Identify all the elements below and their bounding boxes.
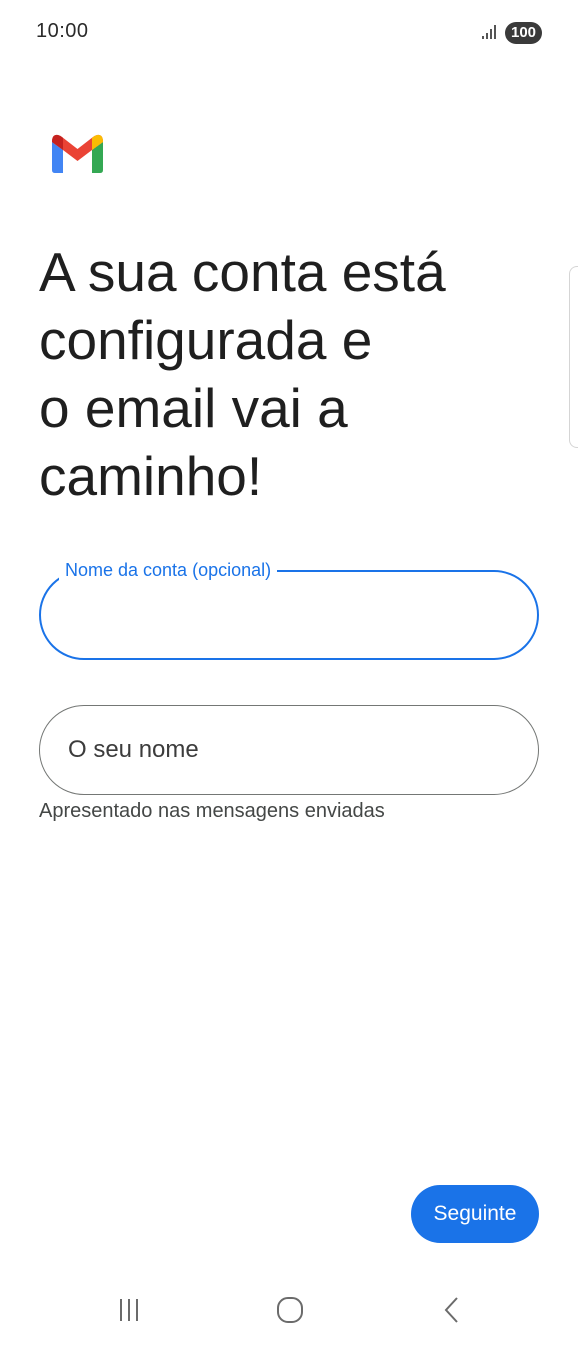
navigation-bar xyxy=(0,1272,578,1348)
your-name-helper-text: Apresentado nas mensagens enviadas xyxy=(39,800,385,822)
edge-panel-handle[interactable] xyxy=(569,266,578,448)
battery-icon: 100 xyxy=(505,22,542,44)
recents-button[interactable] xyxy=(109,1294,149,1326)
page-title: A sua conta está configurada e o email v… xyxy=(39,241,446,507)
signal-icon xyxy=(482,25,496,39)
back-icon xyxy=(444,1297,458,1323)
screen: 10:00 100 A sua conta está configurada e… xyxy=(0,0,578,1348)
account-name-input[interactable] xyxy=(67,572,511,658)
your-name-field[interactable] xyxy=(39,705,539,795)
gmail-logo xyxy=(52,134,103,173)
account-name-field[interactable]: Nome da conta (opcional) xyxy=(39,558,539,660)
back-button[interactable] xyxy=(432,1294,472,1326)
next-button[interactable]: Seguinte xyxy=(411,1185,539,1243)
recents-icon xyxy=(120,1299,138,1321)
home-icon xyxy=(277,1297,303,1323)
your-name-input[interactable] xyxy=(66,706,512,794)
status-bar: 10:00 100 xyxy=(0,0,578,66)
home-button[interactable] xyxy=(270,1294,310,1326)
status-time: 10:00 xyxy=(36,20,89,42)
